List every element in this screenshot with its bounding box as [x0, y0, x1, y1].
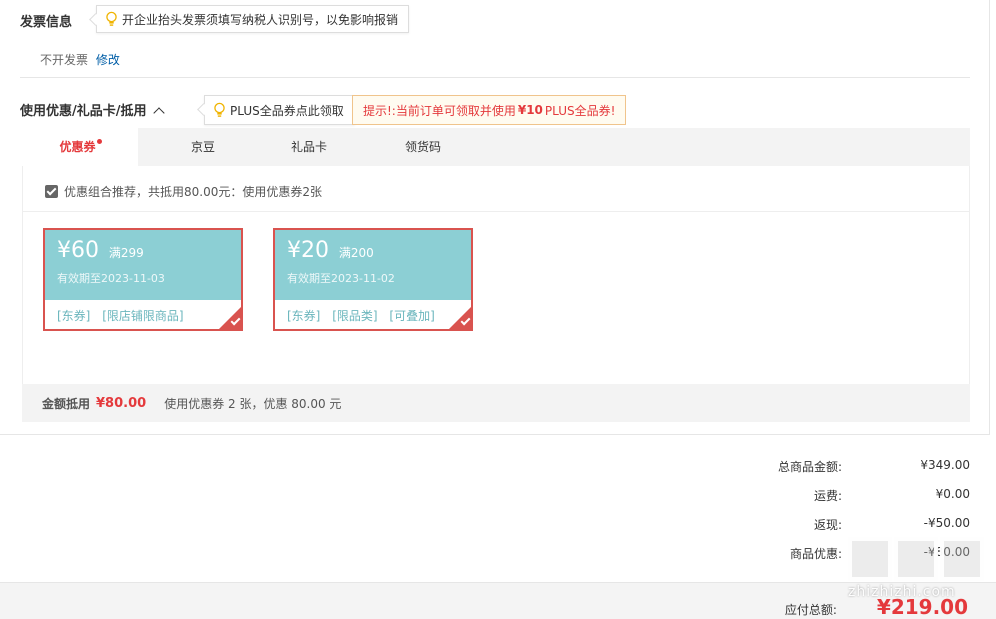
content-divider: [23, 211, 969, 212]
section-divider: [20, 77, 970, 78]
coupon-amount: ¥20: [287, 238, 329, 263]
coupon-amount: ¥60: [57, 238, 99, 263]
invoice-section-title: 发票信息: [20, 15, 73, 30]
coupon-tag: [可叠加]: [389, 309, 435, 323]
coupon-content: 优惠组合推荐，共抵用80.00元：使用优惠券2张 ¥60 满299 有效期至20…: [22, 166, 970, 384]
watermark-text: zhizhizhi.com: [848, 584, 956, 600]
total-value: -¥50.00: [923, 516, 970, 530]
combo-text: 优惠组合推荐，共抵用80.00元：使用优惠券2张: [64, 185, 322, 199]
total-row: 返现: -¥50.00: [700, 516, 970, 534]
payable-footer: 应付总额: ¥219.00: [0, 582, 996, 619]
coupon-tag: [限品类]: [332, 309, 378, 323]
lightbulb-icon: [106, 11, 117, 26]
promo-amount: ¥10: [517, 103, 543, 117]
coupon-tag: [东券]: [287, 309, 321, 323]
discount-section-title[interactable]: 使用优惠/礼品卡/抵用: [20, 100, 165, 119]
plus-coupon-tip[interactable]: PLUS全品券点此领取: [204, 95, 355, 125]
coupon-tag: [限店铺限商品]: [102, 309, 184, 323]
invoice-tip: 开企业抬头发票须填写纳税人识别号，以免影响报销: [96, 5, 410, 33]
plus-coupon-tip-text: PLUS全品券点此领取: [230, 103, 344, 118]
tab-coupons[interactable]: 优惠券: [22, 128, 138, 166]
total-value: ¥349.00: [920, 458, 970, 472]
coupon-tags: [东券] [限品类] [可叠加]: [275, 300, 471, 331]
coupon-tags: [东券] [限店铺限商品]: [45, 300, 241, 331]
tab-redeem-code[interactable]: 领货码: [378, 128, 468, 166]
discount-tabs: 优惠券 京豆 礼品卡 领货码: [22, 128, 970, 166]
total-label: 总商品金额:: [777, 460, 842, 474]
coupon-card[interactable]: ¥60 满299 有效期至2023-11-03 [东券] [限店铺限商品]: [43, 228, 243, 331]
discount-section-label: 使用优惠/礼品卡/抵用: [20, 104, 147, 119]
notification-dot: [96, 139, 102, 144]
invoice-edit-link[interactable]: 修改: [96, 53, 120, 67]
coupon-expiry: 有效期至2023-11-03: [57, 272, 165, 285]
watermark-logo: [848, 537, 988, 581]
invoice-status-line: 不开发票 修改: [40, 51, 120, 68]
total-label: 运费:: [813, 489, 842, 503]
tab-gift-card[interactable]: 礼品卡: [264, 128, 354, 166]
invoice-tip-text: 开企业抬头发票须填写纳税人识别号，以免影响报销: [122, 12, 399, 27]
tab-jingdou[interactable]: 京豆: [158, 128, 248, 166]
site-watermark: zhizhizhi.com: [848, 537, 988, 617]
promo-hint: 提示!:当前订单可领取并使用 ¥10 PLUS全品券!: [352, 95, 627, 125]
lightbulb-icon: [214, 102, 225, 117]
coupon-condition: 满200: [338, 246, 374, 260]
promo-prefix: 提示!:当前订单可领取并使用: [363, 103, 516, 118]
coupon-expiry: 有效期至2023-11-02: [287, 272, 395, 285]
summary-desc: 使用优惠券 2 张，优惠 80.00 元: [164, 396, 342, 411]
coupon-condition: 满299: [108, 246, 144, 260]
coupon-top: ¥60 满299 有效期至2023-11-03: [45, 230, 241, 300]
total-row: 运费: ¥0.00: [700, 487, 970, 505]
total-label: 返现:: [813, 518, 842, 532]
coupon-card[interactable]: ¥20 满200 有效期至2023-11-02 [东券] [限品类] [可叠加]: [273, 228, 473, 331]
summary-amount: ¥80.00: [96, 395, 147, 411]
combo-checkbox[interactable]: [45, 185, 58, 198]
total-row: 总商品金额: ¥349.00: [700, 458, 970, 476]
discount-summary: 金额抵用 ¥80.00 使用优惠券 2 张，优惠 80.00 元: [22, 384, 970, 422]
combo-recommend[interactable]: 优惠组合推荐，共抵用80.00元：使用优惠券2张: [45, 183, 322, 200]
coupon-tag: [东券]: [57, 309, 91, 323]
promo-suffix: PLUS全品券!: [544, 103, 616, 118]
total-label: 商品优惠:: [789, 547, 842, 561]
payable-label: 应付总额:: [784, 603, 837, 617]
summary-label: 金额抵用: [42, 396, 91, 411]
invoice-status: 不开发票: [40, 53, 89, 67]
tab-coupons-label: 优惠券: [59, 140, 96, 154]
chevron-up-icon[interactable]: [152, 107, 165, 119]
checkout-panel: 发票信息 开企业抬头发票须填写纳税人识别号，以免影响报销 不开发票 修改 使用优…: [0, 0, 990, 435]
total-value: ¥0.00: [935, 487, 970, 501]
coupon-top: ¥20 满200 有效期至2023-11-02: [275, 230, 471, 300]
